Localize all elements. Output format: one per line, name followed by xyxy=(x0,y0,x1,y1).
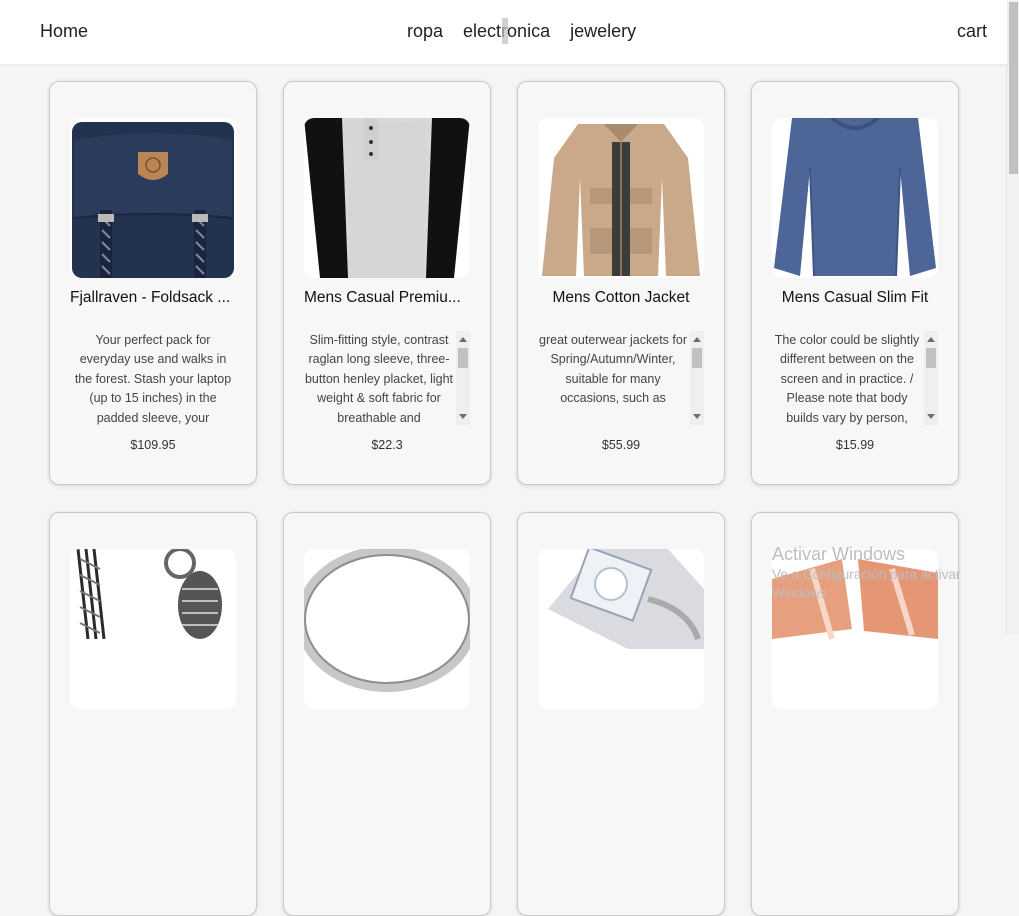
diamond-ring-icon[interactable] xyxy=(538,549,704,709)
long-sleeve-tee-icon[interactable] xyxy=(772,118,938,278)
nav-home-link[interactable]: Home xyxy=(40,20,88,42)
product-card[interactable]: Fjallraven - Foldsack ... Your perfect p… xyxy=(49,81,257,485)
description-scrollbar[interactable] xyxy=(456,331,470,425)
product-card[interactable]: Mens Cotton Jacket great outerwear jacke… xyxy=(517,81,725,485)
product-description-text: Slim-fitting style, contrast raglan long… xyxy=(304,333,454,425)
description-scrollbar[interactable] xyxy=(690,331,704,425)
scroll-up-arrow-icon[interactable] xyxy=(927,337,935,342)
scroll-up-arrow-icon[interactable] xyxy=(459,337,467,342)
scroll-up-arrow-icon[interactable] xyxy=(693,337,701,342)
product-card[interactable] xyxy=(49,512,257,916)
product-description-text: great outerwear jackets for Spring/Autum… xyxy=(539,333,687,406)
jacket-icon[interactable] xyxy=(538,118,704,278)
product-description[interactable]: Slim-fitting style, contrast raglan long… xyxy=(304,331,470,425)
description-scrollbar-thumb[interactable] xyxy=(926,348,936,368)
backpack-icon[interactable] xyxy=(70,118,236,278)
product-description-text: The color could be slightly different be… xyxy=(774,333,920,425)
bracelet-icon[interactable] xyxy=(70,549,236,709)
description-scrollbar-thumb[interactable] xyxy=(458,348,468,368)
product-card[interactable] xyxy=(283,512,491,916)
description-scrollbar-thumb[interactable] xyxy=(692,348,702,368)
nav-cart-link[interactable]: cart xyxy=(957,20,987,42)
product-card[interactable] xyxy=(517,512,725,916)
scroll-down-arrow-icon[interactable] xyxy=(693,414,701,419)
product-price: $55.99 xyxy=(601,438,641,452)
description-scrollbar[interactable] xyxy=(924,331,938,425)
product-title[interactable]: Fjallraven - Foldsack ... xyxy=(70,289,242,307)
page-scrollbar[interactable] xyxy=(1006,0,1019,633)
product-card[interactable]: Mens Casual Premiu... Slim-fitting style… xyxy=(283,81,491,485)
raglan-shirt-icon[interactable] xyxy=(304,118,470,278)
product-title[interactable]: Mens Casual Slim Fit xyxy=(760,289,950,307)
scroll-down-arrow-icon[interactable] xyxy=(927,414,935,419)
product-title[interactable]: Mens Casual Premiu... xyxy=(304,289,476,307)
product-card[interactable] xyxy=(751,512,959,916)
scroll-down-arrow-icon[interactable] xyxy=(459,414,467,419)
nav-category-jewelery[interactable]: jewelery xyxy=(570,20,636,42)
silver-ring-icon[interactable] xyxy=(304,549,470,709)
product-description[interactable]: The color could be slightly different be… xyxy=(772,331,938,425)
product-price: $22.3 xyxy=(371,438,403,452)
product-title[interactable]: Mens Cotton Jacket xyxy=(526,289,716,307)
text-cursor xyxy=(502,18,508,44)
product-price: $109.95 xyxy=(130,438,176,452)
category-nav: ropa electronica jewelery xyxy=(407,20,636,42)
top-navbar: Home ropa electronica jewelery cart xyxy=(0,0,1007,64)
gold-rings-icon[interactable] xyxy=(772,549,938,709)
page-scrollbar-thumb[interactable] xyxy=(1009,2,1018,174)
nav-category-ropa[interactable]: ropa xyxy=(407,20,443,42)
product-price: $15.99 xyxy=(835,438,875,452)
product-description: Your perfect pack for everyday use and w… xyxy=(70,331,236,425)
product-description-text: Your perfect pack for everyday use and w… xyxy=(74,333,232,425)
product-card[interactable]: Mens Casual Slim Fit The color could be … xyxy=(751,81,959,485)
product-description[interactable]: great outerwear jackets for Spring/Autum… xyxy=(538,331,704,425)
